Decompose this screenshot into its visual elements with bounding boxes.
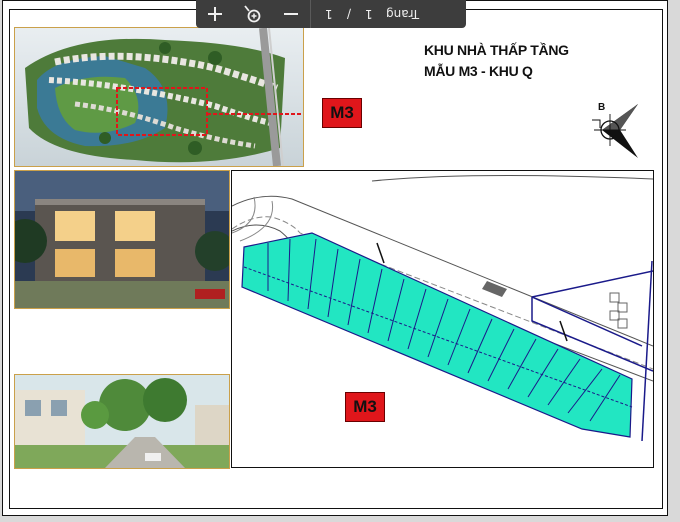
minus-icon [284,13,298,15]
current-page-number[interactable]: 1 [325,7,333,21]
site-plan-drawing [231,170,654,468]
title-line-2: MẪU M3 - KHU Q [424,63,533,79]
page-separator: / [346,7,351,21]
document-title: KHU NHÀ THẤP TẦNG MẪU M3 - KHU Q [424,40,569,82]
townhouse-render-image [14,170,230,309]
townhouse-lots [241,232,633,438]
pdf-toolbar: 1 / 1 Trang [196,0,466,28]
compass-north-letter: B [598,102,605,113]
plus-icon [208,7,222,21]
zoom-out-button[interactable] [272,0,310,28]
page-label: Trang [386,7,420,21]
page-indicator: 1 / 1 Trang [311,7,433,21]
north-arrow-icon: B [580,98,640,162]
title-line-1: KHU NHÀ THẤP TẦNG [424,42,569,58]
zoom-reset-button[interactable] [234,0,272,28]
streetscape-render-image [14,374,230,469]
total-pages: 1 [364,7,373,21]
zoom-icon [244,5,261,23]
m3-plan-badge: M3 [345,392,385,422]
zoom-in-button[interactable] [196,0,234,28]
aerial-masterplan-image [14,27,304,167]
m3-label-badge: M3 [322,98,362,128]
